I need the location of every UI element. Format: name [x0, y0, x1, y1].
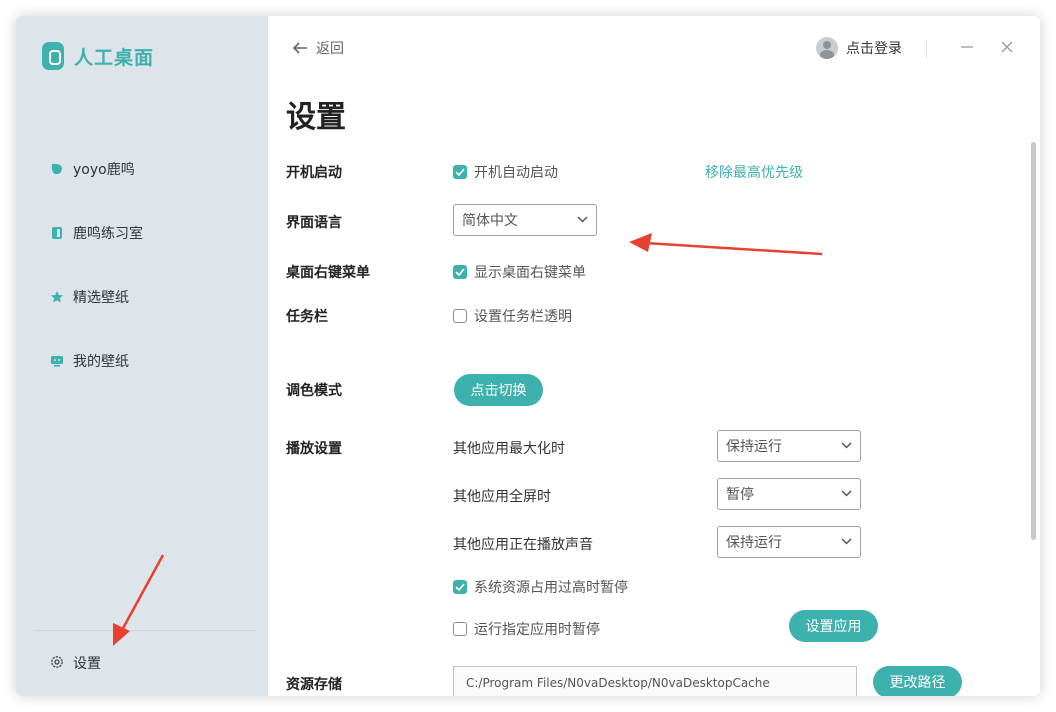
taskbar-transparent-checkbox[interactable]: 设置任务栏透明	[453, 306, 572, 326]
sidebar-item-label: 鹿鸣练习室	[73, 226, 143, 242]
set-app-button[interactable]: 设置应用	[789, 610, 878, 642]
startup-label: 开机启动	[286, 165, 342, 181]
language-select[interactable]: 简体中文	[453, 204, 597, 236]
sidebar-item-label: 精选壁纸	[73, 290, 129, 306]
gear-icon	[50, 654, 64, 673]
scrollbar[interactable]	[1031, 142, 1036, 540]
playback-label: 播放设置	[286, 441, 342, 457]
change-path-button[interactable]: 更改路径	[873, 666, 962, 696]
door-icon	[50, 226, 64, 240]
remove-priority-link[interactable]: 移除最高优先级	[705, 162, 803, 182]
star-icon	[50, 290, 64, 304]
page-title: 设置	[286, 100, 346, 135]
chevron-down-icon	[841, 442, 852, 449]
context-menu-label: 桌面右键菜单	[286, 265, 370, 281]
header-divider	[926, 40, 927, 58]
maximized-label: 其他应用最大化时	[453, 441, 565, 457]
toggle-color-mode-button[interactable]: 点击切换	[454, 374, 543, 406]
minimize-button[interactable]	[958, 38, 976, 56]
taskbar-label: 任务栏	[286, 309, 328, 325]
login-label: 点击登录	[846, 41, 902, 57]
close-icon	[1001, 41, 1013, 53]
sound-playing-label: 其他应用正在播放声音	[453, 537, 593, 553]
chevron-down-icon	[841, 538, 852, 545]
leaf-icon	[50, 162, 64, 176]
sidebar-item-label: yoyo鹿鸣	[73, 162, 135, 178]
storage-label: 资源存储	[286, 677, 342, 693]
settings-label: 设置	[73, 656, 101, 672]
checkbox-unchecked-icon	[453, 622, 467, 636]
sidebar-item-label: 我的壁纸	[73, 354, 129, 370]
close-button[interactable]	[998, 38, 1016, 56]
sidebar-item-yoyo[interactable]: yoyo鹿鸣	[50, 157, 135, 181]
checkbox-unchecked-icon	[453, 309, 467, 323]
pause-high-usage-label: 系统资源占用过高时暂停	[474, 580, 628, 596]
pause-app-checkbox[interactable]: 运行指定应用时暂停	[453, 619, 600, 639]
maximized-value: 保持运行	[726, 439, 782, 455]
sidebar-divider	[34, 630, 256, 631]
logo-icon	[42, 42, 64, 70]
logo-text: 人工桌面	[74, 46, 155, 69]
chevron-down-icon	[577, 216, 588, 223]
main-panel: 返回 点击登录 设置 开机启动 开机自动启动 移除最高优先级 界面语言 简体中文…	[268, 16, 1040, 696]
pause-app-label: 运行指定应用时暂停	[474, 622, 600, 638]
checkbox-checked-icon	[453, 165, 467, 179]
storage-path-field[interactable]: C:/Program Files/N0vaDesktop/N0vaDesktop…	[453, 666, 857, 696]
app-logo: 人工桌面	[42, 42, 154, 70]
fullscreen-label: 其他应用全屏时	[453, 489, 551, 505]
arrow-left-icon	[292, 42, 307, 54]
sidebar-item-my-wallpapers[interactable]: 我的壁纸	[50, 349, 129, 373]
checkbox-checked-icon	[453, 265, 467, 279]
monitor-icon	[50, 354, 64, 368]
language-value: 简体中文	[462, 213, 518, 229]
auto-start-label: 开机自动启动	[474, 165, 558, 181]
avatar	[816, 37, 838, 59]
sound-playing-value: 保持运行	[726, 535, 782, 551]
auto-start-checkbox[interactable]: 开机自动启动	[453, 162, 558, 182]
chevron-down-icon	[841, 490, 852, 497]
maximized-select[interactable]: 保持运行	[717, 430, 861, 462]
fullscreen-select[interactable]: 暂停	[717, 478, 861, 510]
sidebar-item-settings[interactable]: 设置	[50, 653, 101, 673]
back-button[interactable]: 返回	[292, 38, 344, 58]
minimize-icon	[961, 46, 973, 48]
sidebar-item-featured-wallpapers[interactable]: 精选壁纸	[50, 285, 129, 309]
app-window: 人工桌面 yoyo鹿鸣 鹿鸣练习室 精选壁纸 我的壁纸 设置 返回 点击登录 设…	[16, 16, 1040, 696]
context-menu-checkbox[interactable]: 显示桌面右键菜单	[453, 262, 586, 282]
color-mode-label: 调色模式	[286, 383, 342, 399]
sound-playing-select[interactable]: 保持运行	[717, 526, 861, 558]
checkbox-checked-icon	[453, 580, 467, 594]
context-menu-checkbox-label: 显示桌面右键菜单	[474, 265, 586, 281]
sidebar-item-practice-room[interactable]: 鹿鸣练习室	[50, 221, 143, 245]
login-button[interactable]: 点击登录	[816, 37, 902, 59]
fullscreen-value: 暂停	[726, 487, 754, 503]
taskbar-checkbox-label: 设置任务栏透明	[474, 309, 572, 325]
language-label: 界面语言	[286, 215, 342, 231]
back-label: 返回	[316, 41, 344, 57]
pause-high-usage-checkbox[interactable]: 系统资源占用过高时暂停	[453, 577, 628, 597]
sidebar: 人工桌面 yoyo鹿鸣 鹿鸣练习室 精选壁纸 我的壁纸 设置	[16, 16, 268, 696]
